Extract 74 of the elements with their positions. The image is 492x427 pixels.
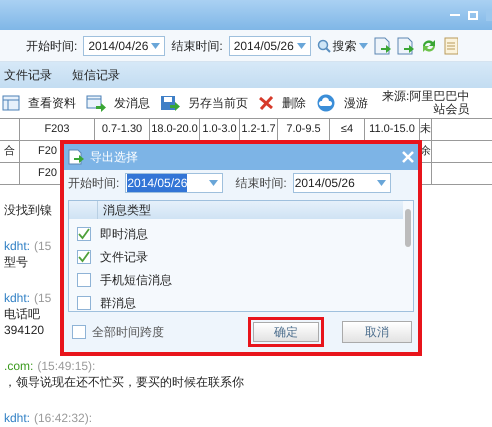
maximize-icon[interactable]	[468, 10, 478, 20]
table-cell-text: 18.0-20.0	[151, 122, 198, 138]
scrollbar-thumb[interactable]	[405, 209, 411, 247]
checkbox[interactable]	[77, 273, 91, 287]
caret-icon	[296, 42, 306, 48]
toolbar-button[interactable]: 发消息	[86, 94, 150, 112]
ok-button[interactable]: 确定	[253, 322, 319, 342]
list-item[interactable]: 即时消息	[77, 226, 403, 242]
caret-icon	[209, 180, 218, 186]
checkbox[interactable]	[72, 325, 86, 339]
start-time-label: 开始时间:	[26, 38, 78, 54]
export-icon[interactable]	[374, 36, 391, 54]
table-cell-text: 7.0-9.5	[286, 122, 321, 138]
caret-icon	[151, 42, 160, 48]
message-time: (15:49:15):	[37, 358, 96, 374]
toolbar-button[interactable]: 漫游	[316, 94, 368, 112]
list-item[interactable]: 群消息	[77, 295, 403, 311]
start-date-field[interactable]: 2014/05/26	[125, 173, 224, 193]
all-time-checkbox[interactable]: 全部时间跨度	[72, 323, 164, 341]
start-date-field[interactable]: 2014/04/26	[83, 36, 166, 56]
caret-icon	[376, 180, 386, 186]
list-item[interactable]: 手机短信消息	[77, 272, 403, 288]
table-cell-text: 1.0-3.0	[202, 122, 237, 138]
message-text: 电话吧	[4, 306, 40, 322]
checkbox[interactable]	[77, 250, 91, 264]
sender-name: kdht:	[4, 290, 30, 306]
table-cell-text: ≤4	[340, 122, 354, 138]
sender-name: kdht:	[4, 410, 30, 426]
table-cell-text: F203	[44, 122, 70, 138]
save-icon	[160, 94, 180, 112]
sender-name: .com:	[4, 358, 34, 374]
tab[interactable]: 短信记录	[72, 66, 120, 84]
message-time: (15	[34, 290, 52, 306]
search-button[interactable]: 搜索	[316, 36, 368, 54]
send-icon	[86, 94, 106, 112]
cloud-icon	[316, 94, 336, 112]
export-icon[interactable]	[396, 36, 414, 54]
toolbar-button[interactable]: 删除	[258, 94, 306, 112]
end-time-label: 结束时间:	[235, 175, 287, 192]
message-time: (16:42:32):	[34, 410, 92, 426]
checkbox[interactable]	[77, 296, 91, 310]
table-cell-text: 合	[4, 144, 15, 160]
table-cell-text: F20	[38, 144, 57, 160]
tab[interactable]: 文件记录	[4, 66, 52, 84]
export-icon	[68, 149, 84, 165]
message-text: 没找到镍	[4, 202, 52, 218]
caret-icon	[358, 42, 368, 48]
table-cell-text: 0.7-1.30	[102, 122, 142, 138]
end-date-field[interactable]: 2014/05/26	[292, 173, 391, 193]
card-icon	[2, 95, 20, 111]
delete-icon	[258, 96, 274, 110]
message-text: 型号	[4, 254, 28, 270]
table-cell-text: 11.0-15.0	[369, 122, 415, 138]
toolbar-button[interactable]: 查看资料	[2, 94, 76, 112]
notepad-icon[interactable]	[444, 36, 458, 54]
table-cell-text: 未	[420, 122, 431, 138]
cancel-button[interactable]: 取消	[342, 321, 412, 343]
start-time-label: 开始时间:	[68, 175, 120, 192]
message-time: (15	[34, 238, 52, 254]
message-text: 394120	[4, 322, 44, 338]
source-text: 站会员	[433, 103, 470, 116]
checkbox[interactable]	[77, 227, 91, 241]
toolbar-button[interactable]: 另存当前页	[160, 94, 248, 112]
end-time-label: 结束时间:	[171, 38, 223, 54]
list-item[interactable]: 文件记录	[77, 249, 403, 265]
message-text: ，领导说现在还不忙买，要买的时候在联系你	[4, 374, 244, 390]
end-date-field[interactable]: 2014/05/26	[228, 36, 311, 56]
sender-name: kdht:	[4, 238, 30, 254]
table-cell-text: 1.2-1.7	[241, 122, 276, 138]
column-header: 消息类型	[97, 201, 151, 219]
search-icon	[316, 38, 331, 52]
source-text: 来源:阿里巴巴中	[382, 90, 470, 103]
table-cell-text: F20	[38, 166, 57, 182]
dialog-title: 导出选择	[90, 149, 139, 166]
